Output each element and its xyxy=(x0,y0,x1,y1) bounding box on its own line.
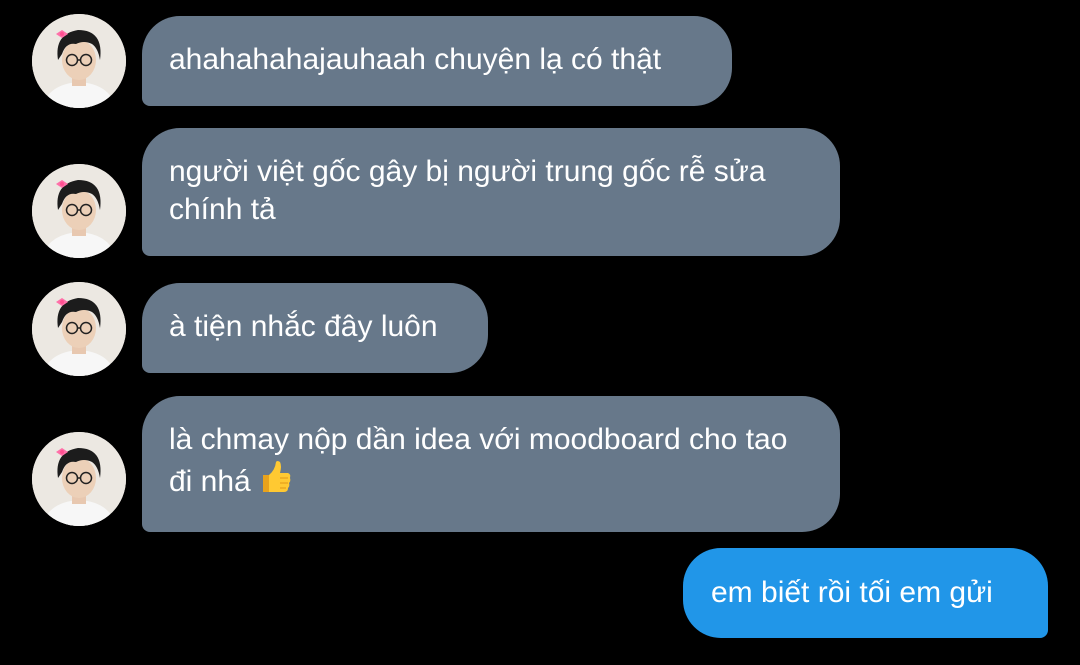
avatar-photo xyxy=(32,14,126,108)
contact-avatar[interactable] xyxy=(32,282,126,376)
message-row: ahahahahajauhaah chuyện lạ có thật xyxy=(0,14,1080,108)
avatar-photo xyxy=(32,282,126,376)
message-row: người việt gốc gây bị người trung gốc rễ… xyxy=(0,128,1080,260)
message-row: là chmay nộp dần idea với moodboard cho … xyxy=(0,396,1080,532)
message-text: à tiện nhắc đây luôn xyxy=(169,310,438,343)
avatar-photo xyxy=(32,432,126,526)
message-row: em biết rồi tối em gửi xyxy=(0,548,1080,640)
incoming-message-bubble[interactable]: à tiện nhắc đây luôn xyxy=(142,283,488,373)
thumbs-up-icon xyxy=(257,459,293,505)
incoming-message-bubble[interactable]: người việt gốc gây bị người trung gốc rễ… xyxy=(142,128,840,256)
contact-avatar[interactable] xyxy=(32,432,126,526)
avatar-photo xyxy=(32,164,126,258)
message-text: người việt gốc gây bị người trung gốc rễ… xyxy=(169,155,766,226)
message-row: à tiện nhắc đây luôn xyxy=(0,282,1080,376)
chat-thread: ahahahahajauhaah chuyện lạ có thật người… xyxy=(0,0,1080,665)
contact-avatar[interactable] xyxy=(32,164,126,258)
contact-avatar[interactable] xyxy=(32,14,126,108)
incoming-message-bubble[interactable]: ahahahahajauhaah chuyện lạ có thật xyxy=(142,16,732,106)
message-text: em biết rồi tối em gửi xyxy=(711,576,993,609)
message-text: ahahahahajauhaah chuyện lạ có thật xyxy=(169,43,662,76)
outgoing-message-bubble[interactable]: em biết rồi tối em gửi xyxy=(683,548,1048,638)
incoming-message-bubble[interactable]: là chmay nộp dần idea với moodboard cho … xyxy=(142,396,840,532)
